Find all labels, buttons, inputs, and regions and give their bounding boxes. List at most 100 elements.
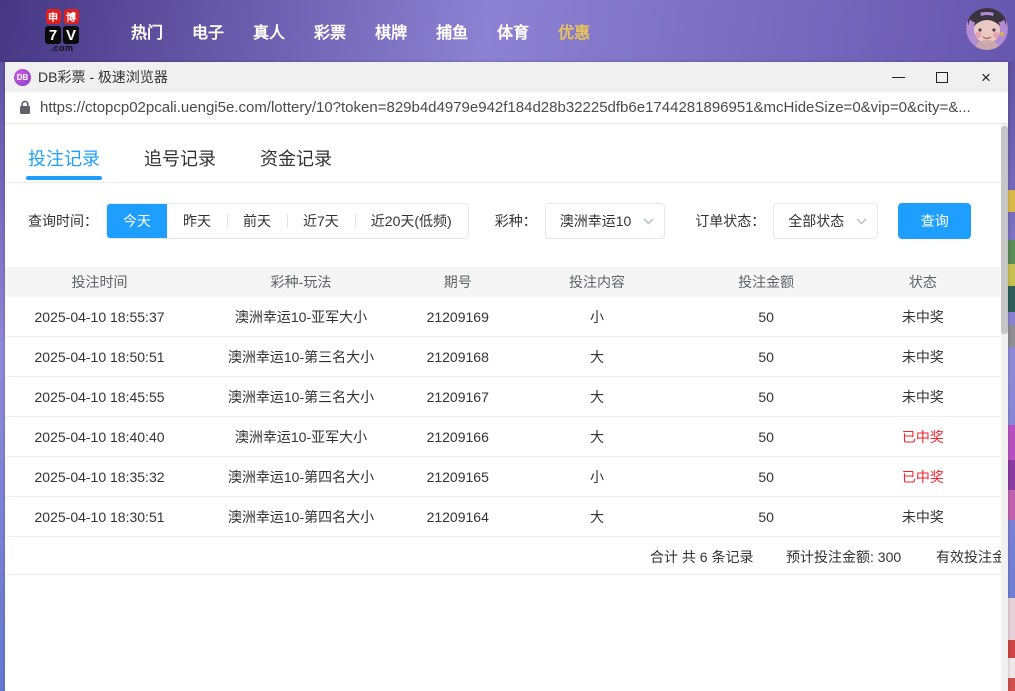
filter-bar: 查询时间： 今天昨天前天近7天近20天(低频) 彩种： 澳洲幸运10 订单状态：… — [5, 203, 1008, 239]
cell-time: 2025-04-10 18:55:37 — [5, 309, 194, 325]
minimize-button[interactable] — [876, 62, 920, 92]
order-status-select[interactable]: 全部状态 — [773, 203, 878, 239]
summary-bar: 合计 共 6 条记录 预计投注金额: 300 有效投注金额 — [5, 537, 1003, 575]
chevron-down-icon — [856, 218, 867, 225]
cell-time: 2025-04-10 18:30:51 — [5, 509, 194, 525]
cell-status: 已中奖 — [846, 427, 1000, 447]
window-title: DB彩票 - 极速浏览器 — [38, 67, 168, 87]
avatar-illustration — [966, 8, 1008, 50]
cell-game: 澳洲幸运10-亚军大小 — [194, 427, 408, 447]
column-header: 投注时间 — [5, 272, 194, 292]
window-titlebar[interactable]: DB DB彩票 - 极速浏览器 × — [5, 62, 1008, 92]
cell-game: 澳洲幸运10-亚军大小 — [194, 307, 408, 327]
background-page-fragment — [1008, 325, 1015, 347]
bet-records-table: 投注时间彩种-玩法期号投注内容投注金额状态 2025-04-10 18:55:3… — [5, 267, 1000, 537]
table-row: 2025-04-10 18:35:32澳洲幸运10-第四名大小21209165小… — [5, 457, 1000, 497]
table-row: 2025-04-10 18:45:55澳洲幸运10-第三名大小21209167大… — [5, 377, 1000, 417]
scrollbar-thumb[interactable] — [1001, 126, 1008, 334]
time-option[interactable]: 今天 — [107, 203, 167, 239]
cell-issue: 21209164 — [408, 509, 508, 525]
time-option[interactable]: 近20天(低频) — [355, 203, 468, 239]
valid-bet-amount: 有效投注金额 — [936, 547, 1003, 567]
cell-status: 未中奖 — [846, 507, 1000, 527]
search-button[interactable]: 查询 — [898, 203, 971, 239]
cell-issue: 21209165 — [408, 469, 508, 485]
address-bar[interactable]: https://ctopcp02pcali.uengi5e.com/lotter… — [5, 92, 1008, 124]
screen: 申 博 7 V .com 热门 电子 真人 彩票 棋牌 捕鱼 体育 优惠 — [0, 0, 1015, 691]
time-option[interactable]: 近7天 — [287, 203, 355, 239]
user-avatar[interactable] — [966, 8, 1008, 50]
background-page-fragment — [1008, 490, 1015, 520]
cell-content: 大 — [507, 427, 686, 447]
close-button[interactable]: × — [964, 62, 1008, 92]
table-body: 2025-04-10 18:55:37澳洲幸运10-亚军大小21209169小5… — [5, 297, 1000, 537]
lottery-select-value: 澳洲幸运10 — [560, 211, 632, 231]
site-top-nav: 申 博 7 V .com 热门 电子 真人 彩票 棋牌 捕鱼 体育 优惠 — [0, 0, 1015, 62]
window-scrollbar[interactable] — [1001, 124, 1008, 691]
cell-issue: 21209167 — [408, 389, 508, 405]
cell-issue: 21209166 — [408, 429, 508, 445]
table-row: 2025-04-10 18:30:51澳洲幸运10-第四名大小21209164大… — [5, 497, 1000, 537]
cell-game: 澳洲幸运10-第四名大小 — [194, 467, 408, 487]
background-page-fragment — [1008, 460, 1015, 490]
lottery-select[interactable]: 澳洲幸运10 — [545, 203, 666, 239]
background-page-fragment — [1008, 640, 1015, 658]
time-option[interactable]: 前天 — [227, 203, 287, 239]
nav-item[interactable]: 棋牌 — [375, 19, 407, 43]
cell-amount: 50 — [687, 429, 846, 445]
chevron-down-icon — [643, 218, 654, 225]
nav-item[interactable]: 电子 — [192, 19, 224, 43]
tab[interactable]: 投注记录 — [28, 145, 100, 182]
cell-content: 小 — [507, 467, 686, 487]
cell-status: 未中奖 — [846, 307, 1000, 327]
background-page-fragment — [1008, 286, 1015, 312]
site-logo[interactable]: 申 博 7 V .com — [33, 9, 91, 53]
window-controls: × — [876, 62, 1008, 92]
time-option[interactable]: 昨天 — [167, 203, 227, 239]
background-page-fragment — [1008, 240, 1015, 264]
logo-main: 7 V — [45, 26, 79, 44]
cell-amount: 50 — [687, 509, 846, 525]
record-tabs: 投注记录 追号记录 资金记录 — [5, 124, 1008, 183]
window-app-icon: DB — [14, 69, 31, 86]
cell-game: 澳洲幸运10-第三名大小 — [194, 387, 408, 407]
nav-item[interactable]: 彩票 — [314, 19, 346, 43]
tab[interactable]: 资金记录 — [260, 145, 332, 182]
nav-item[interactable]: 体育 — [497, 19, 529, 43]
nav-item[interactable]: 捕鱼 — [436, 19, 468, 43]
column-header: 状态 — [846, 272, 1000, 292]
logo-badge-left: 申 — [46, 9, 61, 24]
cell-time: 2025-04-10 18:35:32 — [5, 469, 194, 485]
cell-amount: 50 — [687, 349, 846, 365]
cell-issue: 21209168 — [408, 349, 508, 365]
cell-content: 大 — [507, 507, 686, 527]
background-page-fragment — [1008, 190, 1015, 212]
background-page-fragment — [1008, 678, 1015, 691]
cell-amount: 50 — [687, 309, 846, 325]
maximize-button[interactable] — [920, 62, 964, 92]
column-header: 投注金额 — [687, 272, 846, 292]
time-filter-label: 查询时间： — [28, 211, 98, 231]
cell-content: 大 — [507, 387, 686, 407]
cell-status: 未中奖 — [846, 387, 1000, 407]
nav-item[interactable]: 真人 — [253, 19, 285, 43]
logo-main-v: V — [63, 26, 79, 44]
cell-game: 澳洲幸运10-第四名大小 — [194, 507, 408, 527]
cell-time: 2025-04-10 18:45:55 — [5, 389, 194, 405]
cell-issue: 21209169 — [408, 309, 508, 325]
cell-status: 已中奖 — [846, 467, 1000, 487]
lock-icon — [19, 100, 31, 115]
cell-content: 大 — [507, 347, 686, 367]
nav-item[interactable]: 优惠 — [558, 19, 590, 43]
tab[interactable]: 追号记录 — [144, 145, 216, 182]
logo-badges: 申 博 — [46, 9, 79, 24]
nav-item[interactable]: 热门 — [131, 19, 163, 43]
logo-main-7: 7 — [45, 26, 61, 44]
order-status-value: 全部状态 — [788, 211, 844, 231]
column-header: 投注内容 — [507, 272, 686, 292]
column-header: 期号 — [408, 272, 508, 292]
cell-amount: 50 — [687, 389, 846, 405]
table-header-row: 投注时间彩种-玩法期号投注内容投注金额状态 — [5, 267, 1000, 297]
lottery-filter-label: 彩种： — [495, 211, 537, 231]
browser-window: DB DB彩票 - 极速浏览器 × https://ctopcp02pcali.… — [5, 62, 1008, 691]
